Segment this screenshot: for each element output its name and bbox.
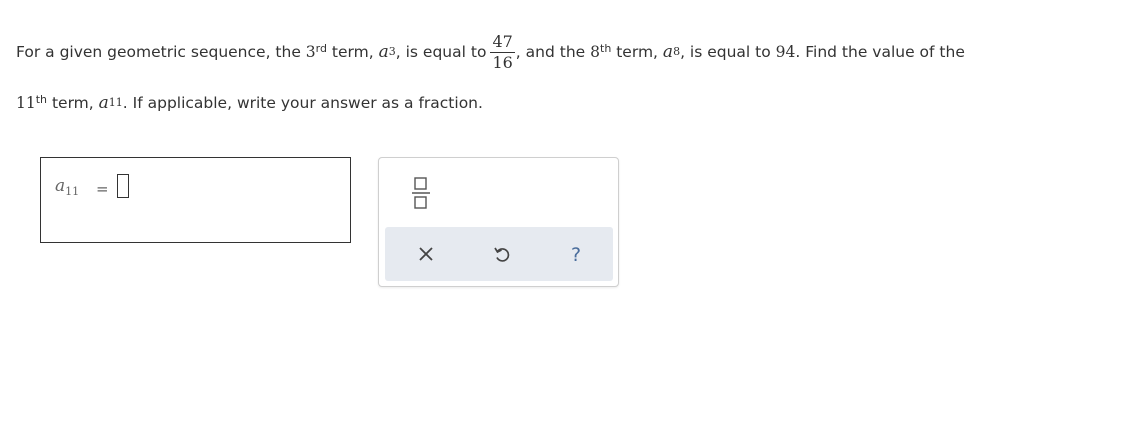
equals-sign: = <box>96 180 109 198</box>
tool-bar: ? <box>385 227 613 281</box>
question-text: term, <box>616 43 658 61</box>
sequence-variable: a <box>662 42 674 62</box>
fraction: 47 16 <box>490 31 515 73</box>
fraction-template-icon <box>412 177 430 209</box>
x-icon <box>419 247 433 261</box>
question-text: , is equal to <box>680 43 771 61</box>
given-value: 94 <box>775 43 796 61</box>
comma: , <box>395 43 401 61</box>
question-mark-icon: ? <box>571 244 581 266</box>
clear-button[interactable] <box>413 241 439 267</box>
fraction-template-button[interactable] <box>409 173 433 211</box>
sequence-variable: a <box>378 42 389 62</box>
answer-input[interactable] <box>117 174 129 198</box>
answer-box: a11 = <box>40 157 351 243</box>
ordinal-number: 3 <box>305 43 316 61</box>
question-text: . If applicable, write your answer as a … <box>122 94 483 112</box>
question-text: , and the <box>515 43 586 61</box>
question-text: . Find the value of the <box>795 43 965 61</box>
fraction-denominator: 16 <box>492 52 513 72</box>
answer-variable-letter: a <box>55 176 66 196</box>
fraction-numerator: 47 <box>490 31 515 53</box>
ordinal-number: 11 <box>16 94 36 112</box>
answer-variable-subscript: 11 <box>65 185 80 198</box>
question-text: is equal to <box>405 43 487 61</box>
question-line-1: For a given geometric sequence, the 3rd … <box>16 31 965 73</box>
question-text: For a given geometric sequence, the <box>16 43 301 61</box>
undo-icon <box>494 247 510 262</box>
answer-variable: a11 <box>55 176 80 198</box>
math-tools-panel: ? <box>378 157 619 287</box>
ordinal-number: 8 <box>590 43 600 61</box>
sequence-variable: a <box>98 93 109 113</box>
undo-button[interactable] <box>489 241 515 267</box>
help-glyph: ? <box>571 244 581 266</box>
question-text: term, <box>331 43 374 61</box>
question-line-2: 11th term, a 11. If applicable, write you… <box>16 93 483 113</box>
help-button[interactable]: ? <box>563 241 589 267</box>
question-text: term, <box>51 94 94 112</box>
